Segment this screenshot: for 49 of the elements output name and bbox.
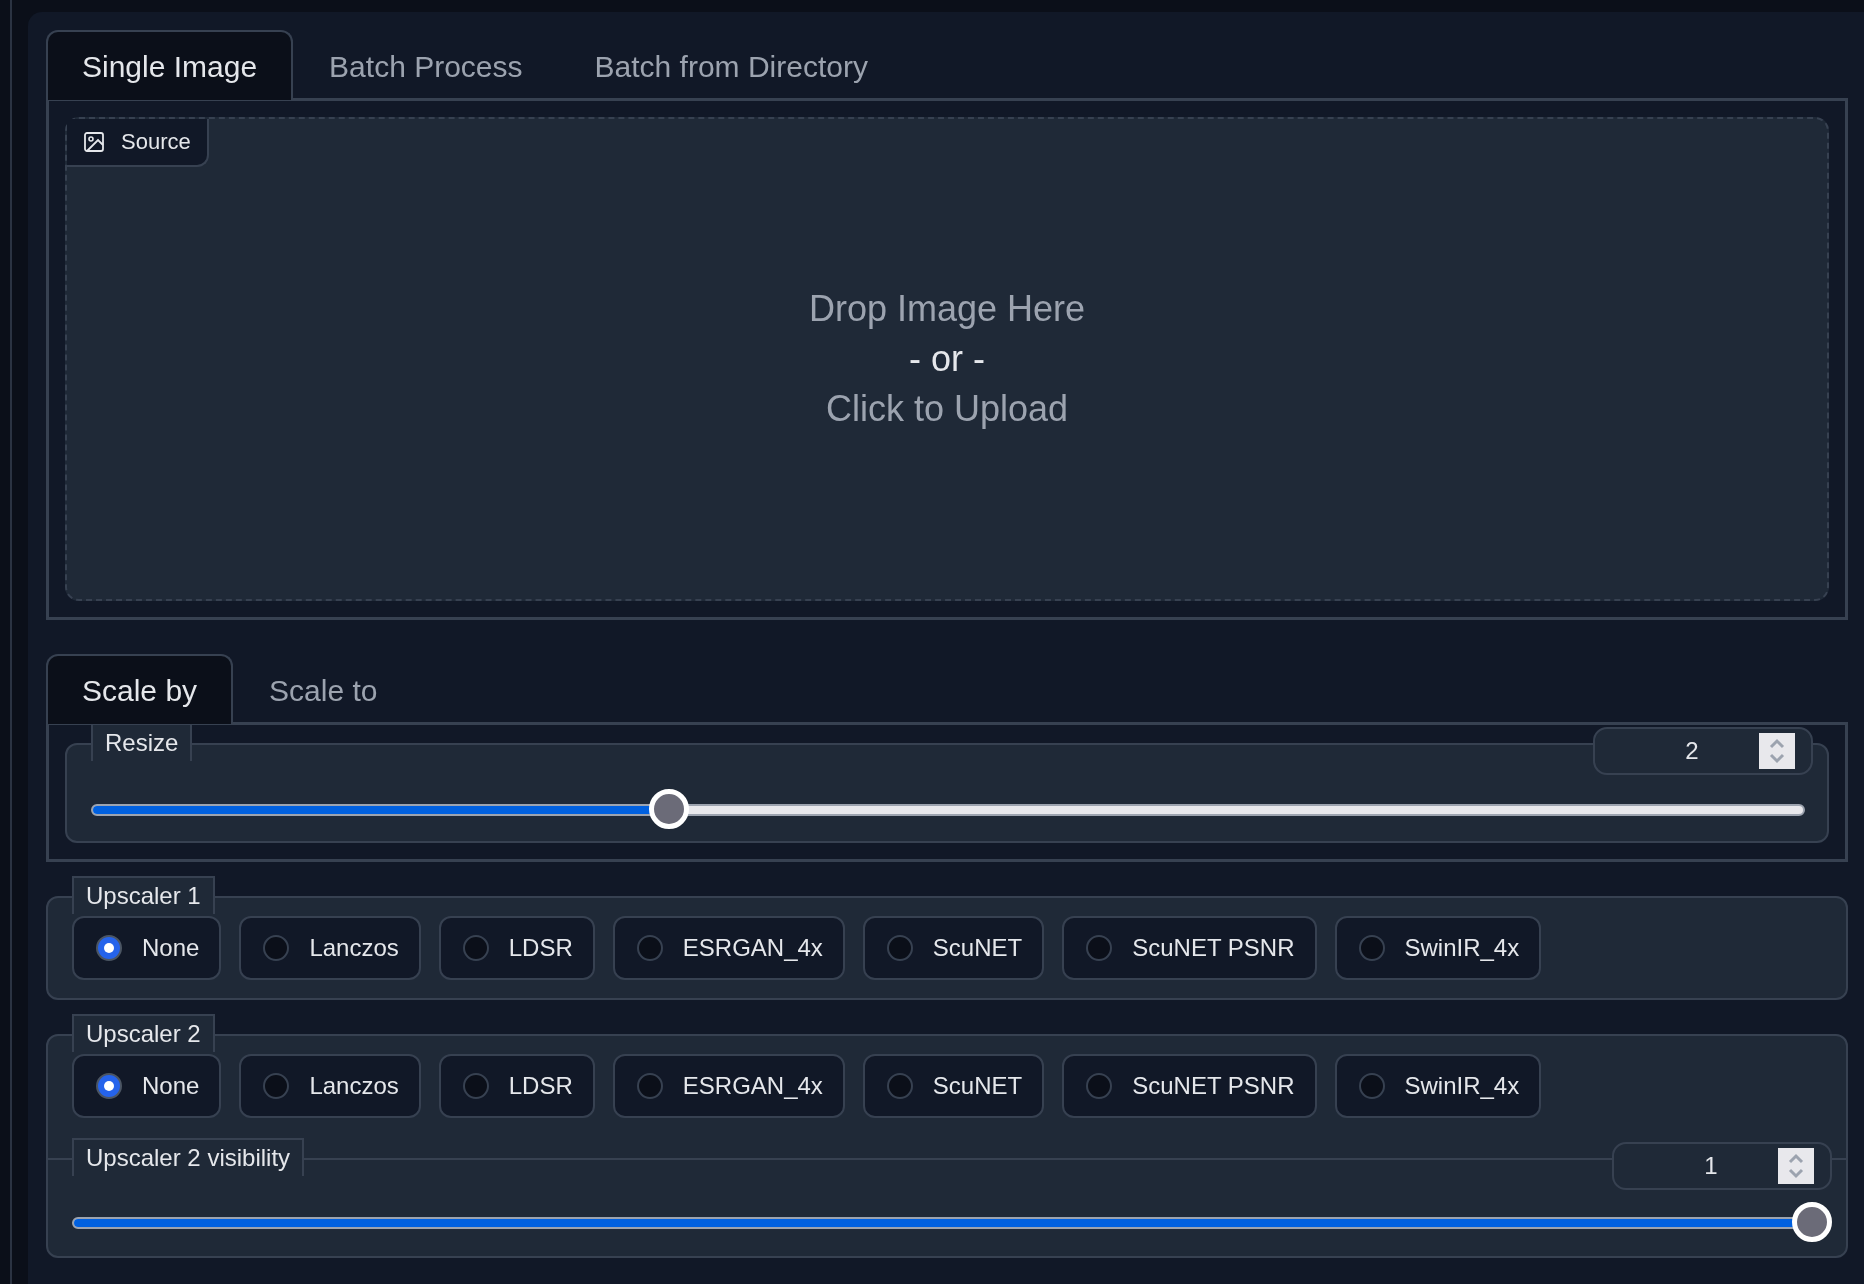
radio-icon[interactable] bbox=[636, 1073, 663, 1099]
tab[interactable]: Scale to bbox=[233, 654, 414, 724]
field-label: Upscaler 2 visibility bbox=[72, 1138, 305, 1176]
slider-thumb[interactable] bbox=[1792, 1202, 1832, 1242]
radio-icon[interactable] bbox=[886, 1073, 913, 1099]
tab[interactable]: Scale by bbox=[46, 654, 234, 724]
slider-thumb[interactable] bbox=[648, 789, 689, 829]
spinner-icon[interactable] bbox=[1759, 733, 1795, 769]
radio-icon[interactable] bbox=[263, 935, 290, 961]
radio-icon[interactable] bbox=[263, 1073, 290, 1099]
radio-option[interactable]: ScuNET PSNR bbox=[1062, 1054, 1317, 1118]
radio-option[interactable]: Lanczos bbox=[239, 1054, 421, 1118]
group-label: Upscaler 1 bbox=[72, 876, 215, 914]
upload-hint: Drop Image Here bbox=[808, 288, 1086, 330]
tab[interactable]: Single Image bbox=[46, 30, 294, 100]
spinner-icon[interactable] bbox=[1778, 1148, 1814, 1184]
upload-area[interactable]: Source Drop Image Here - or - Click to Upload bbox=[65, 117, 1829, 601]
source-label: Source bbox=[67, 119, 209, 167]
upload-hint: Click to Upload bbox=[825, 388, 1069, 430]
radio-icon[interactable] bbox=[886, 935, 913, 961]
radio-option[interactable]: ESRGAN_4x bbox=[612, 1054, 845, 1118]
radio-option[interactable]: ScuNET bbox=[862, 1054, 1045, 1118]
radio-icon[interactable] bbox=[96, 1073, 122, 1099]
radio-icon[interactable] bbox=[96, 935, 122, 961]
radio-icon[interactable] bbox=[462, 935, 489, 961]
radio-icon[interactable] bbox=[1086, 1073, 1113, 1099]
radio-option[interactable]: ScuNET bbox=[862, 916, 1045, 980]
radio-option[interactable]: None bbox=[72, 1054, 222, 1118]
number-field[interactable]: 1 bbox=[1612, 1142, 1832, 1190]
image-icon bbox=[83, 131, 105, 153]
radio-option[interactable]: Lanczos bbox=[239, 916, 421, 980]
field-label: Resize bbox=[91, 723, 193, 761]
radio-option[interactable]: SwinIR_4x bbox=[1334, 1054, 1542, 1118]
radio-icon[interactable] bbox=[1086, 935, 1113, 961]
radio-option[interactable]: LDSR bbox=[438, 916, 595, 980]
tab[interactable]: Batch from Directory bbox=[558, 30, 904, 100]
radio-icon[interactable] bbox=[1358, 1073, 1385, 1099]
radio-option[interactable]: ScuNET PSNR bbox=[1062, 916, 1317, 980]
radio-icon[interactable] bbox=[636, 935, 663, 961]
radio-icon[interactable] bbox=[462, 1073, 489, 1099]
tab[interactable]: Batch Process bbox=[293, 30, 559, 100]
radio-option[interactable]: SwinIR_4x bbox=[1334, 916, 1542, 980]
number-field[interactable]: 2 bbox=[1593, 727, 1813, 775]
radio-icon[interactable] bbox=[1358, 935, 1385, 961]
radio-option[interactable]: LDSR bbox=[438, 1054, 595, 1118]
radio-option[interactable]: ESRGAN_4x bbox=[612, 916, 845, 980]
group-label: Upscaler 2 bbox=[72, 1014, 215, 1052]
upload-hint: - or - bbox=[909, 338, 985, 380]
radio-option[interactable]: None bbox=[72, 916, 222, 980]
